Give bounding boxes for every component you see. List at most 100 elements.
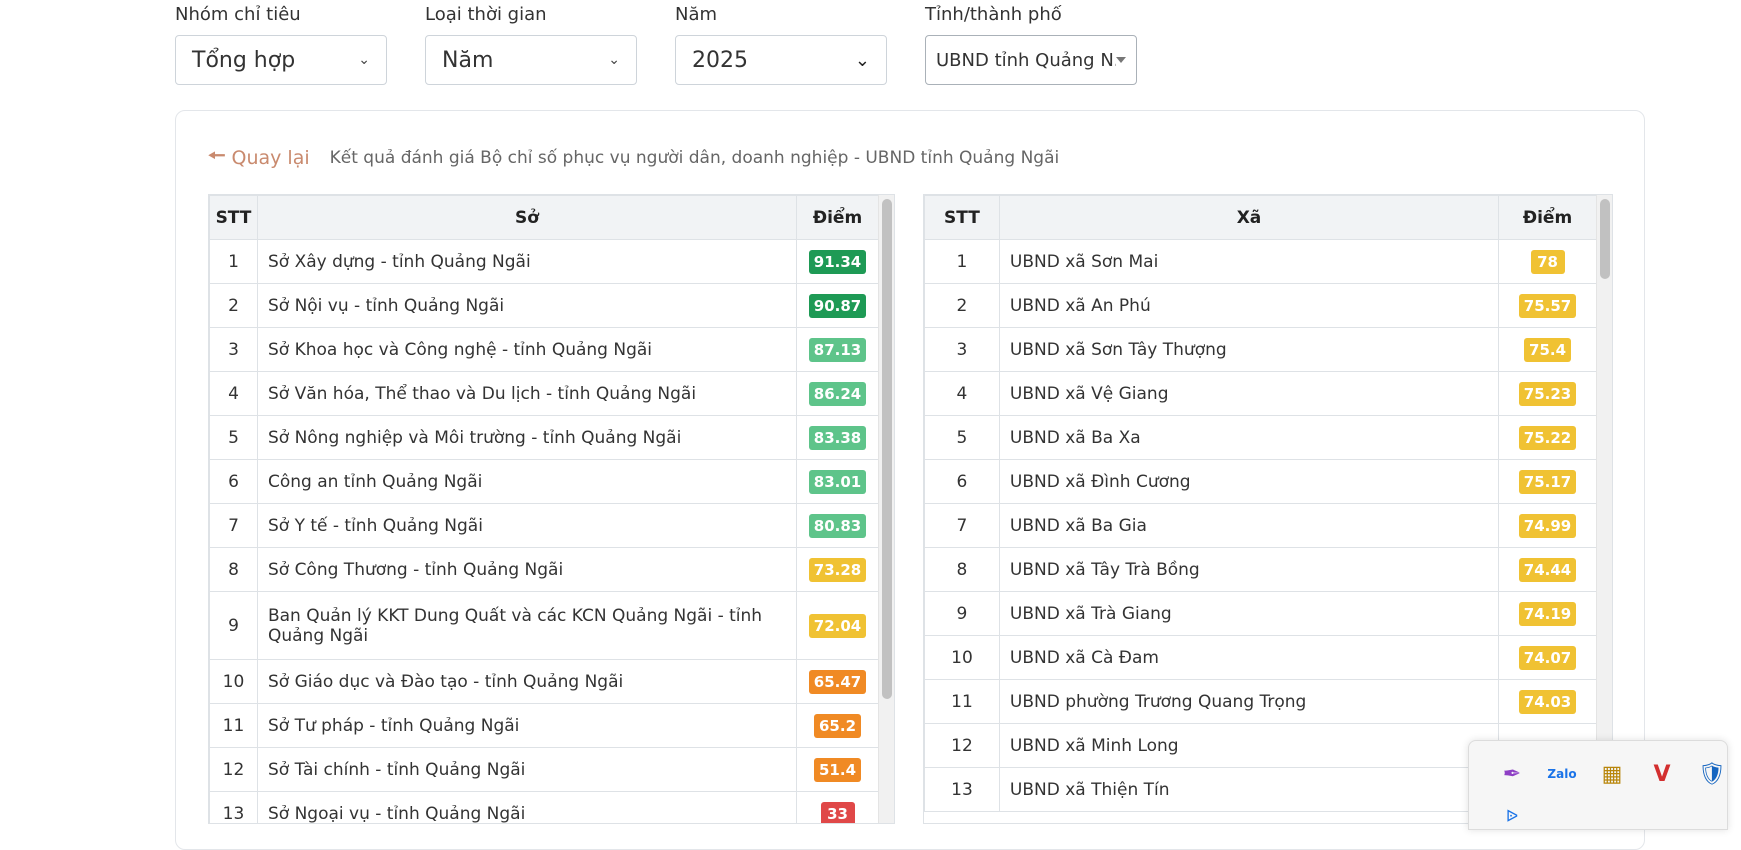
row-name: UBND xã Cà Đam <box>998 635 1500 680</box>
feather-icon[interactable]: ✒ <box>1497 759 1527 789</box>
table-row[interactable]: 11 UBND phường Trương Quang Trọng 74.03 <box>924 679 1597 724</box>
row-stt: 7 <box>924 503 1000 548</box>
back-link[interactable]: 🠔 Quay lại <box>208 141 310 175</box>
table-row[interactable]: 7 UBND xã Ba Gia 74.99 <box>924 503 1597 548</box>
table-row[interactable]: 6 UBND xã Đình Cương 75.17 <box>924 459 1597 504</box>
table-row[interactable]: 5 UBND xã Ba Xa 75.22 <box>924 415 1597 460</box>
grid-app-icon[interactable]: ▦ <box>1597 759 1627 789</box>
table-row[interactable]: 7 Sở Y tế - tỉnh Quảng Ngãi 80.83 <box>209 503 879 548</box>
row-score-cell: 75.17 <box>1498 459 1597 504</box>
row-stt: 9 <box>209 591 258 660</box>
card-header: 🠔 Quay lại Kết quả đánh giá Bộ chỉ số ph… <box>208 141 1059 175</box>
row-name: UBND xã Thiện Tín <box>998 767 1500 812</box>
row-score-cell: 83.01 <box>796 459 879 504</box>
row-name: UBND xã Đình Cương <box>998 459 1500 504</box>
scrollbar[interactable] <box>878 195 894 823</box>
year-select[interactable]: 2025 ⌄ <box>675 35 887 85</box>
province-select[interactable]: UBND tỉnh Quảng N... <box>925 35 1137 85</box>
score-badge: 80.83 <box>808 513 867 538</box>
row-name: Ban Quản lý KKT Dung Quất và các KCN Quả… <box>256 591 798 660</box>
row-score-cell: 74.44 <box>1498 547 1597 592</box>
score-badge: 74.44 <box>1518 557 1577 582</box>
row-name: Sở Nông nghiệp và Môi trường - tỉnh Quản… <box>256 415 798 460</box>
score-badge: 72.04 <box>808 613 867 638</box>
table-row[interactable]: 4 UBND xã Vệ Giang 75.23 <box>924 371 1597 416</box>
scrollbar[interactable] <box>1596 195 1612 823</box>
table-row[interactable]: 6 Công an tỉnh Quảng Ngãi 83.01 <box>209 459 879 504</box>
time-type-select[interactable]: Năm ⌄ <box>425 35 637 85</box>
zalo-icon[interactable]: Zalo <box>1547 759 1577 789</box>
table-row[interactable]: 2 Sở Nội vụ - tỉnh Quảng Ngãi 90.87 <box>209 283 879 328</box>
row-score-cell: 83.38 <box>796 415 879 460</box>
score-badge: 74.99 <box>1518 513 1577 538</box>
table-row[interactable]: 13 Sở Ngoại vụ - tỉnh Quảng Ngãi 33 <box>209 791 879 823</box>
row-stt: 13 <box>209 791 258 823</box>
row-name: UBND xã Ba Xa <box>998 415 1500 460</box>
table-row[interactable]: 4 Sở Văn hóa, Thể thao và Du lịch - tỉnh … <box>209 371 879 416</box>
row-stt: 2 <box>924 283 1000 328</box>
row-score-cell: 90.87 <box>796 283 879 328</box>
row-stt: 4 <box>209 371 258 416</box>
system-tray-popup: ✒ Zalo ▦ V 🛡 ᐉ <box>1468 740 1728 830</box>
row-stt: 7 <box>209 503 258 548</box>
row-stt: 3 <box>209 327 258 372</box>
table-row[interactable]: 10 Sở Giáo dục và Đào tạo - tỉnh Quảng Ng… <box>209 659 879 704</box>
scroll-thumb[interactable] <box>882 199 892 699</box>
score-badge: 74.03 <box>1518 689 1577 714</box>
table-row[interactable]: 9 UBND xã Trà Giang 74.19 <box>924 591 1597 636</box>
table-row[interactable]: 8 UBND xã Tây Trà Bồng 74.44 <box>924 547 1597 592</box>
chevron-down-icon: ⌄ <box>358 52 370 68</box>
indicator-group-select[interactable]: Tổng hợp ⌄ <box>175 35 387 85</box>
scroll-thumb[interactable] <box>1600 199 1610 279</box>
table-row[interactable]: 9 Ban Quản lý KKT Dung Quất và các KCN Qu… <box>209 591 879 660</box>
table-row[interactable]: 5 Sở Nông nghiệp và Môi trường - tỉnh Quả… <box>209 415 879 460</box>
row-score-cell: 74.19 <box>1498 591 1597 636</box>
row-name: Sở Tư pháp - tỉnh Quảng Ngãi <box>256 703 798 748</box>
row-name: Công an tỉnh Quảng Ngãi <box>256 459 798 504</box>
row-score-cell: 74.03 <box>1498 679 1597 724</box>
header-stt: STT <box>209 195 258 240</box>
score-badge: 83.01 <box>808 469 867 494</box>
table-row[interactable]: 11 Sở Tư pháp - tỉnh Quảng Ngãi 65.2 <box>209 703 879 748</box>
bluetooth-icon[interactable]: ᐉ <box>1497 801 1527 831</box>
table-row[interactable]: 3 Sở Khoa học và Công nghệ - tỉnh Quảng N… <box>209 327 879 372</box>
row-stt: 12 <box>924 723 1000 768</box>
filter-label-indicator-group: Nhóm chỉ tiêu <box>175 4 301 25</box>
score-badge: 86.24 <box>808 381 867 406</box>
row-stt: 12 <box>209 747 258 792</box>
row-name: Sở Y tế - tỉnh Quảng Ngãi <box>256 503 798 548</box>
table-row[interactable]: 2 UBND xã An Phú 75.57 <box>924 283 1597 328</box>
table-header-row: STT Sở Điểm <box>209 195 879 240</box>
commune-table: STT Xã Điểm 1 UBND xã Sơn Mai 78 2 UBND xã A… <box>924 195 1597 812</box>
header-score: Điểm <box>796 195 879 240</box>
row-name: Sở Văn hóa, Thể thao và Du lịch - tỉnh Q… <box>256 371 798 416</box>
department-table-container[interactable]: STT Sở Điểm 1 Sở Xây dựng - tỉnh Quảng Ng… <box>208 194 895 824</box>
table-row[interactable]: 10 UBND xã Cà Đam 74.07 <box>924 635 1597 680</box>
indicator-group-value: Tổng hợp <box>192 47 296 73</box>
year-value: 2025 <box>692 47 748 73</box>
table-row[interactable]: 1 Sở Xây dựng - tỉnh Quảng Ngãi 91.34 <box>209 239 879 284</box>
table-row[interactable]: 1 UBND xã Sơn Mai 78 <box>924 239 1597 284</box>
row-stt: 10 <box>924 635 1000 680</box>
row-score-cell: 51.4 <box>796 747 879 792</box>
row-score-cell: 74.99 <box>1498 503 1597 548</box>
row-stt: 3 <box>924 327 1000 372</box>
table-row[interactable]: 3 UBND xã Sơn Tây Thượng 75.4 <box>924 327 1597 372</box>
department-table: STT Sở Điểm 1 Sở Xây dựng - tỉnh Quảng Ng… <box>209 195 879 823</box>
score-badge: 75.17 <box>1518 469 1577 494</box>
score-badge: 83.38 <box>808 425 867 450</box>
row-name: UBND xã Sơn Tây Thượng <box>998 327 1500 372</box>
row-stt: 11 <box>209 703 258 748</box>
table-row[interactable]: 12 Sở Tài chính - tỉnh Quảng Ngãi 51.4 <box>209 747 879 792</box>
commune-table-container[interactable]: STT Xã Điểm 1 UBND xã Sơn Mai 78 2 UBND xã A… <box>923 194 1613 824</box>
table-row[interactable]: 8 Sở Công Thương - tỉnh Quảng Ngãi 73.28 <box>209 547 879 592</box>
score-badge: 33 <box>820 801 855 823</box>
row-score-cell: 73.28 <box>796 547 879 592</box>
row-stt: 5 <box>924 415 1000 460</box>
row-stt: 4 <box>924 371 1000 416</box>
shield-icon[interactable]: 🛡 <box>1697 759 1727 789</box>
row-stt: 10 <box>209 659 258 704</box>
score-badge: 74.19 <box>1518 601 1577 626</box>
v-antivirus-icon[interactable]: V <box>1647 759 1677 789</box>
row-score-cell: 65.47 <box>796 659 879 704</box>
